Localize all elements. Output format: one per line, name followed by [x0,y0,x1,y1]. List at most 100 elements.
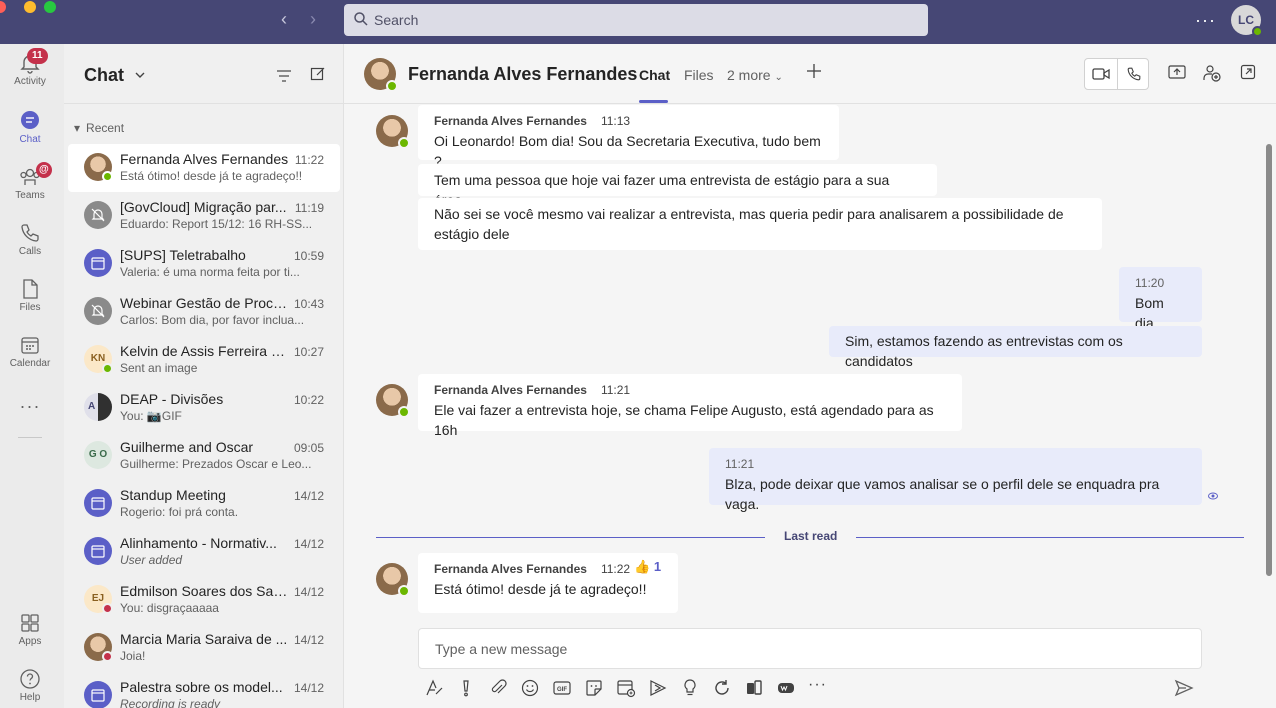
message-bubble[interactable]: Fernanda Alves Fernandes 11:21 Ele vai fa… [418,374,962,438]
message-scrollbar[interactable] [1266,144,1272,576]
send-icon[interactable] [1174,678,1194,698]
chat-item-preview: Valeria: é uma norma feita por ti... [120,265,300,279]
presence-available-icon [1252,26,1263,37]
sender-avatar[interactable] [376,384,410,418]
rail-help[interactable]: Help [0,668,60,703]
profile-avatar[interactable]: LC [1231,5,1263,37]
chat-item-preview: Recording is ready [120,697,221,708]
message-time: 11:22 [600,562,631,576]
rail-files[interactable]: Files [0,278,60,313]
share-screen-icon[interactable] [1168,64,1186,80]
chat-item-palestra[interactable]: Palestra sobre os model... 14/12 Recordi… [68,672,340,708]
rail-files-label: Files [19,302,41,313]
forward-arrow-icon[interactable]: › [303,9,323,29]
message-bubble[interactable]: Fernanda Alves Fernandes 11:22 👍 1 Está ó… [418,553,678,613]
chat-item-time: 11:22 [294,153,324,167]
wiki-icon[interactable] [776,678,796,698]
chat-item-preview: Joia! [120,649,146,663]
message-text: Ele vai fazer a entrevista hoje, se cham… [434,402,934,438]
chat-item-marcia[interactable]: Marcia Maria Saraiva de ... 14/12 Joia! [68,624,340,672]
contact-avatar[interactable] [364,58,398,92]
file-icon [23,279,38,299]
filter-icon[interactable] [276,68,292,84]
my-message-bubble[interactable]: 11:20 Bom dia [1119,267,1202,331]
minimize-window-button[interactable] [24,1,36,13]
chat-item-sups[interactable]: [SUPS] Teletrabalho 10:59 Valeria: é uma… [68,240,340,288]
sender-avatar[interactable] [376,563,410,597]
loop-icon[interactable] [712,678,732,698]
calendar-icon [21,337,39,354]
reaction-like[interactable]: 👍 1 [634,559,661,575]
chat-item-time: 10:59 [293,249,324,263]
tab-more[interactable]: 2 more ⌄ [727,67,783,83]
praise-icon[interactable] [680,678,700,698]
chat-item-deap[interactable]: A DEAP - Divisões 10:22 You: 📷GIF [68,384,340,432]
schedule-meeting-icon[interactable] [616,678,636,698]
chat-item-name: Kelvin de Assis Ferreira d... [120,343,290,359]
compose-box[interactable]: Type a new message [418,628,1202,669]
recent-section-header[interactable]: ▾ Recent [74,121,124,135]
more-apps-icon[interactable]: ··· [0,396,60,417]
rail-calendar[interactable]: Calendar [0,334,60,369]
more-options-icon[interactable]: ··· [1195,10,1216,31]
chat-item-preview: You: 📷GIF [120,409,182,423]
chat-item-alinhamento[interactable]: Alinhamento - Normativ... 14/12 User add… [68,528,340,576]
message-bubble[interactable]: Não sei se você mesmo vai realizar a ent… [418,198,1102,250]
emoji-icon[interactable] [520,678,540,698]
meeting-icon [84,681,112,708]
sender-avatar[interactable] [376,115,410,149]
attach-icon[interactable] [488,678,508,698]
format-icon[interactable] [424,678,444,698]
rail-activity[interactable]: Activity 11 [0,48,60,87]
rail-calls[interactable]: Calls [0,222,60,257]
back-arrow-icon[interactable]: ‹ [274,9,294,29]
zoom-window-button[interactable] [44,1,56,13]
call-divider [1117,59,1118,89]
audio-call-icon[interactable] [1126,66,1142,82]
gif-icon[interactable]: GIF [552,678,572,698]
add-people-icon[interactable] [1203,64,1221,82]
search-input[interactable]: Search [344,4,928,36]
chat-item-kelvin[interactable]: KN Kelvin de Assis Ferreira d... 10:27 S… [68,336,340,384]
new-chat-icon[interactable] [310,66,326,82]
meeting-icon [84,537,112,565]
tab-files[interactable]: Files [684,67,714,83]
chat-item-name: Alinhamento - Normativ... [120,535,277,551]
chat-item-standup[interactable]: Standup Meeting 14/12 Rogerio: foi prá c… [68,480,340,528]
chat-item-preview: Rogerio: foi prá conta. [120,505,239,519]
stream-icon[interactable] [648,678,668,698]
video-call-icon[interactable] [1092,67,1110,81]
chat-item-name: Palestra sobre os model... [120,679,283,695]
add-tab-icon[interactable] [806,63,822,79]
chat-item-webinar[interactable]: Webinar Gestão de Proce... 10:43 Carlos:… [68,288,340,336]
message-bubble[interactable]: Fernanda Alves Fernandes 11:13 Oi Leonard… [418,105,839,169]
my-message-bubble[interactable]: 11:21 Blza, pode deixar que vamos analis… [709,448,1202,512]
chat-item-govcloud[interactable]: [GovCloud] Migração par... 11:19 Eduardo… [68,192,340,240]
activity-badge: 11 [27,48,48,64]
my-message-bubble[interactable]: Sim, estamos fazendo as entrevistas com … [829,326,1202,369]
last-read-divider: Last read [376,529,1244,545]
rail-teams[interactable]: Teams @ [0,162,60,201]
chat-item-fernanda[interactable]: Fernanda Alves Fernandes 11:22 Está ótim… [68,144,340,192]
chat-item-name: Marcia Maria Saraiva de ... [120,631,288,647]
rail-chat[interactable]: Chat [0,110,60,145]
message-bubble[interactable]: Tem uma pessoa que hoje vai fazer uma en… [418,164,937,208]
chat-item-name: Edmilson Soares dos San... [120,583,290,599]
pop-out-icon[interactable] [1240,64,1256,80]
muted-icon [84,201,112,229]
sticker-icon[interactable] [584,678,604,698]
meeting-icon [84,249,112,277]
chat-item-time: 09:05 [293,441,324,455]
close-window-button[interactable] [0,1,6,13]
important-icon[interactable] [456,678,476,698]
chat-item-name: [GovCloud] Migração par... [120,199,287,215]
chat-item-guilherme-oscar[interactable]: G O Guilherme and Oscar 09:05 Guilherme:… [68,432,340,480]
chat-item-time: 14/12 [293,681,324,695]
tab-chat[interactable]: Chat [639,67,670,83]
more-options-icon[interactable]: ··· [808,677,828,698]
compose-placeholder: Type a new message [435,641,568,657]
rail-apps[interactable]: Apps [0,612,60,647]
approvals-icon[interactable] [744,678,764,698]
chat-item-edmilson[interactable]: EJ Edmilson Soares dos San... 14/12 You:… [68,576,340,624]
chevron-down-icon[interactable] [134,69,146,81]
